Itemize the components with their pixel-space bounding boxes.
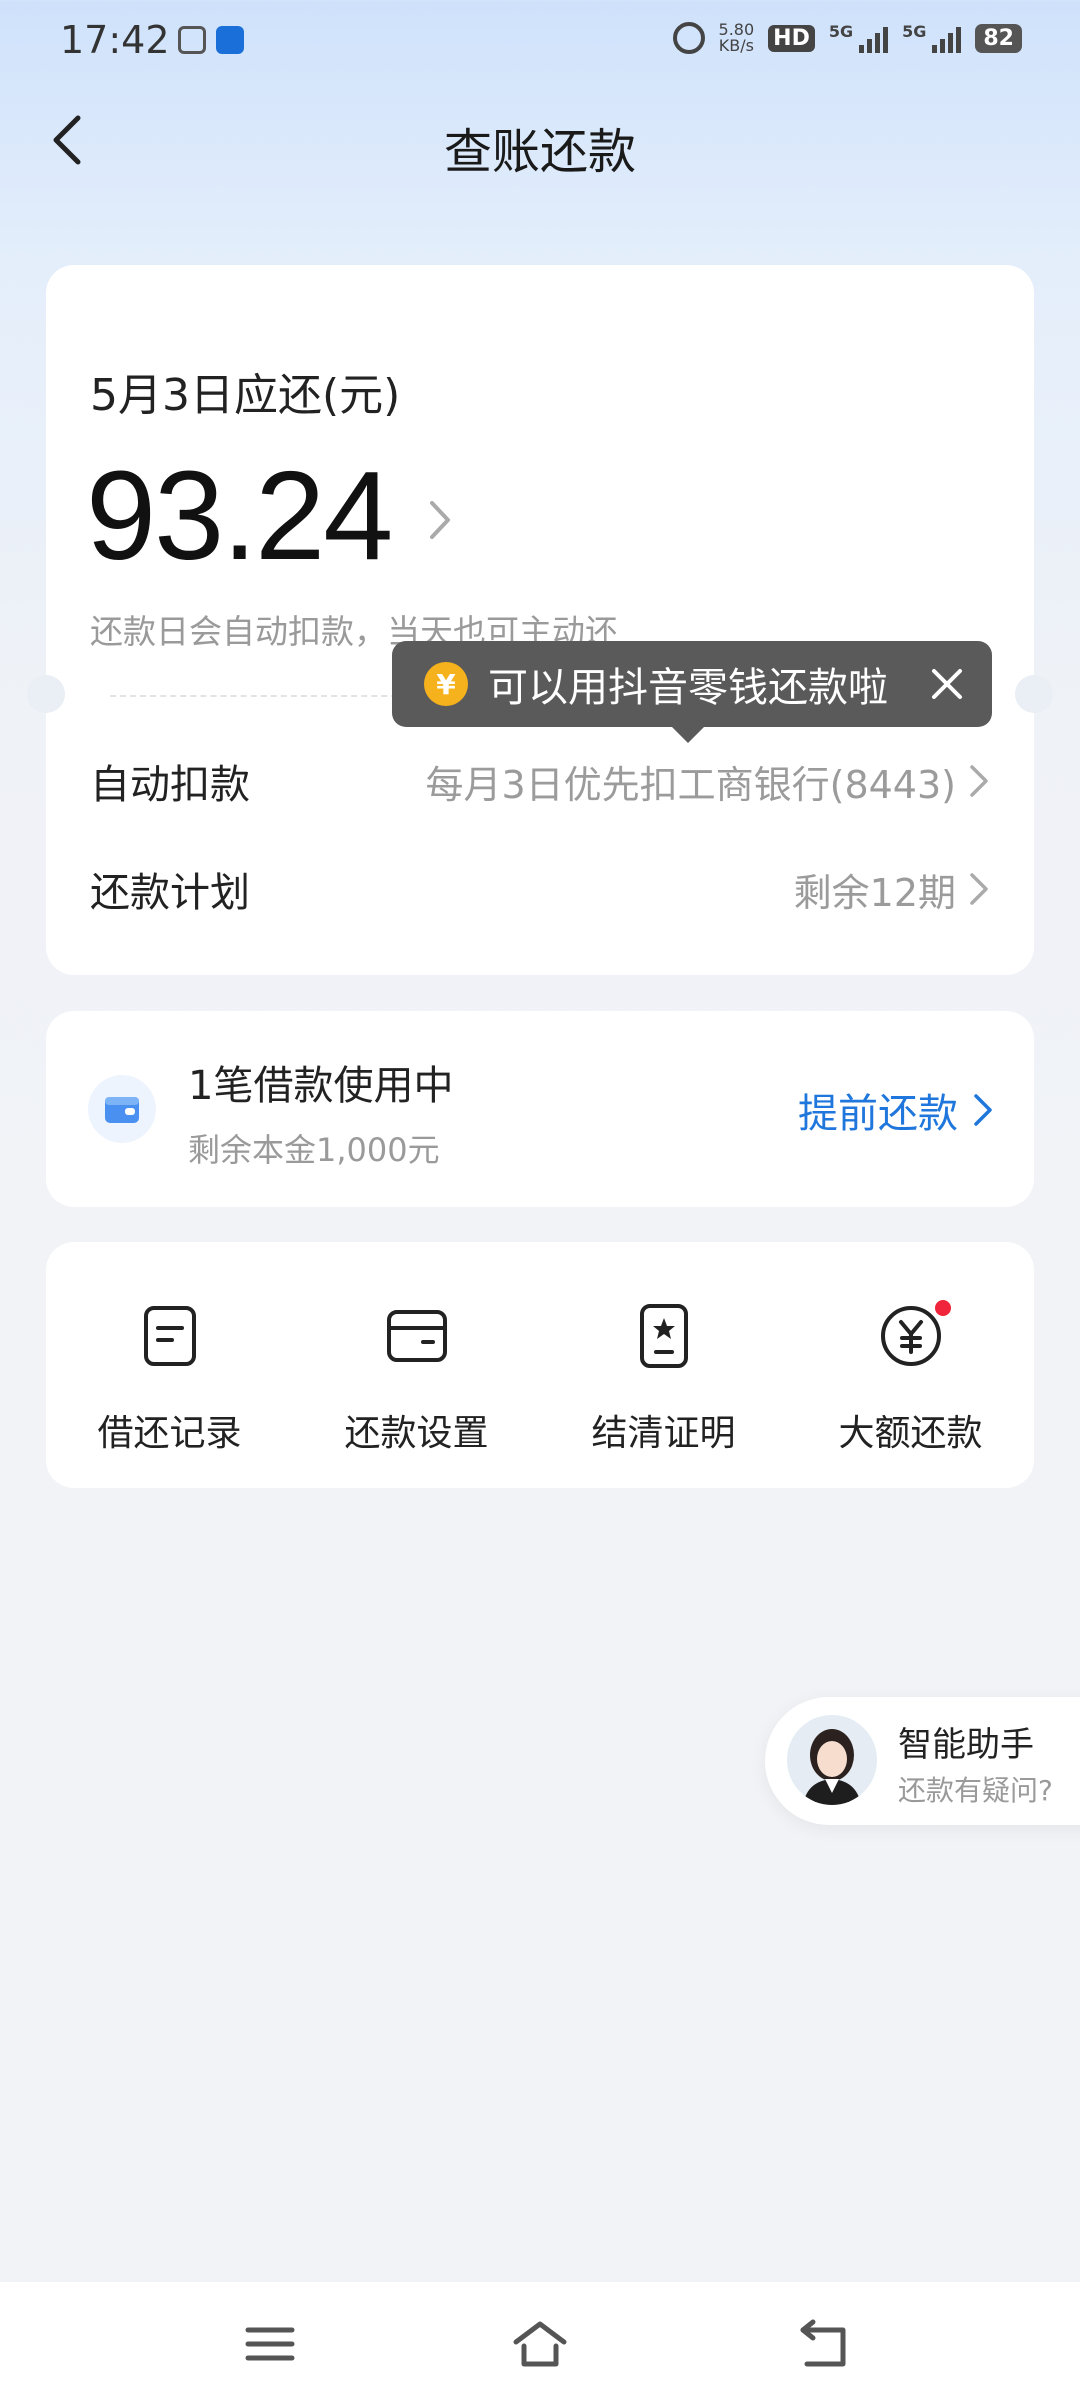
prepay-button[interactable]: 提前还款 [798,1081,994,1139]
grid-label: 还款设置 [344,1413,489,1454]
alarm-icon [672,22,705,54]
smart-assistant-button[interactable]: 智能助手 还款有疑问? [765,1697,1080,1825]
auto-deduct-value-wrap: 每月3日优先扣工商银行(8443) [425,754,990,809]
ticket-notch-left [27,675,65,713]
ticket-notch-right [1015,675,1053,713]
repayment-plan-row[interactable]: 还款计划 剩余12期 [90,859,990,919]
assistant-subtitle: 还款有疑问? [898,1774,1053,1807]
repayment-plan-label: 还款计划 [90,870,250,916]
back-nav-icon[interactable] [795,2314,855,2374]
certificate-icon [639,1304,688,1368]
quick-actions-card: 借还记录 还款设置 结清证明 大额还款 [46,1242,1034,1488]
grid-item-settings[interactable]: 还款设置 [293,1242,540,1488]
battery-indicator: 82 [975,23,1022,53]
card-settings-icon [386,1310,447,1362]
assistant-title: 智能助手 [898,1725,1034,1765]
due-date-label: 5月3日应还(元) [90,370,401,421]
yuan-coin-icon: ¥ [424,662,468,706]
net-speed: 5.80 KB/s [719,22,755,54]
status-right-icons: 5.80 KB/s HD 5G 5G 82 [672,22,1022,54]
close-icon[interactable] [928,665,966,703]
notification-dot [934,1300,951,1316]
chevron-right-icon [970,873,988,905]
chevron-right-icon [970,765,988,797]
signal-label-2: 5G [902,22,927,41]
due-amount[interactable]: 93.24 [86,443,393,588]
auto-deduct-row[interactable]: 自动扣款 每月3日优先扣工商银行(8443) [90,751,990,811]
loan-title: 1笔借款使用中 [188,1063,454,1109]
grid-label: 大额还款 [838,1413,983,1454]
system-navigation-bar [0,2282,1080,2408]
notification-icon [178,26,206,54]
page-title: 查账还款 [443,124,636,180]
chevron-right-icon[interactable] [420,495,460,545]
auto-deduct-label: 自动扣款 [90,762,250,808]
wallet-icon [88,1075,156,1143]
assistant-avatar [787,1715,877,1805]
grid-item-records[interactable]: 借还记录 [46,1242,293,1488]
auto-deduct-value: 每月3日优先扣工商银行(8443) [425,762,956,807]
tooltip-text: 可以用抖音零钱还款啦 [488,665,888,711]
grid-label: 借还记录 [97,1413,242,1454]
prepay-label: 提前还款 [798,1091,958,1137]
douyin-change-tooltip[interactable]: ¥ 可以用抖音零钱还款啦 [392,641,992,743]
bill-card: 5月3日应还(元) 93.24 还款日会自动扣款，当天也可主动还 自动扣款 每月… [27,265,1053,975]
status-bar: 17:42 5.80 KB/s HD 5G 5G 82 [0,0,1080,86]
app-notification-icon [216,26,244,54]
active-loan-card[interactable]: 1笔借款使用中 剩余本金1,000元 提前还款 [46,1011,1034,1207]
repayment-plan-value: 剩余12期 [793,870,956,915]
grid-item-large-repay[interactable]: 大额还款 [787,1242,1034,1488]
home-icon[interactable] [510,2314,570,2374]
status-time: 17:42 [60,18,170,62]
remaining-principal: 剩余本金1,000元 [188,1131,440,1169]
signal-icon-1 [859,23,889,53]
grid-label: 结清证明 [591,1413,736,1454]
chevron-right-icon [974,1094,992,1126]
hd-badge: HD [768,24,815,52]
record-icon [143,1306,196,1366]
signal-icon-2 [932,23,962,53]
signal-label-1: 5G [828,22,854,41]
grid-item-certificate[interactable]: 结清证明 [540,1242,787,1488]
status-left-icons [178,26,244,54]
repayment-plan-value-wrap: 剩余12期 [794,862,990,917]
menu-icon[interactable] [240,2314,300,2374]
net-speed-unit: KB/s [718,36,754,55]
